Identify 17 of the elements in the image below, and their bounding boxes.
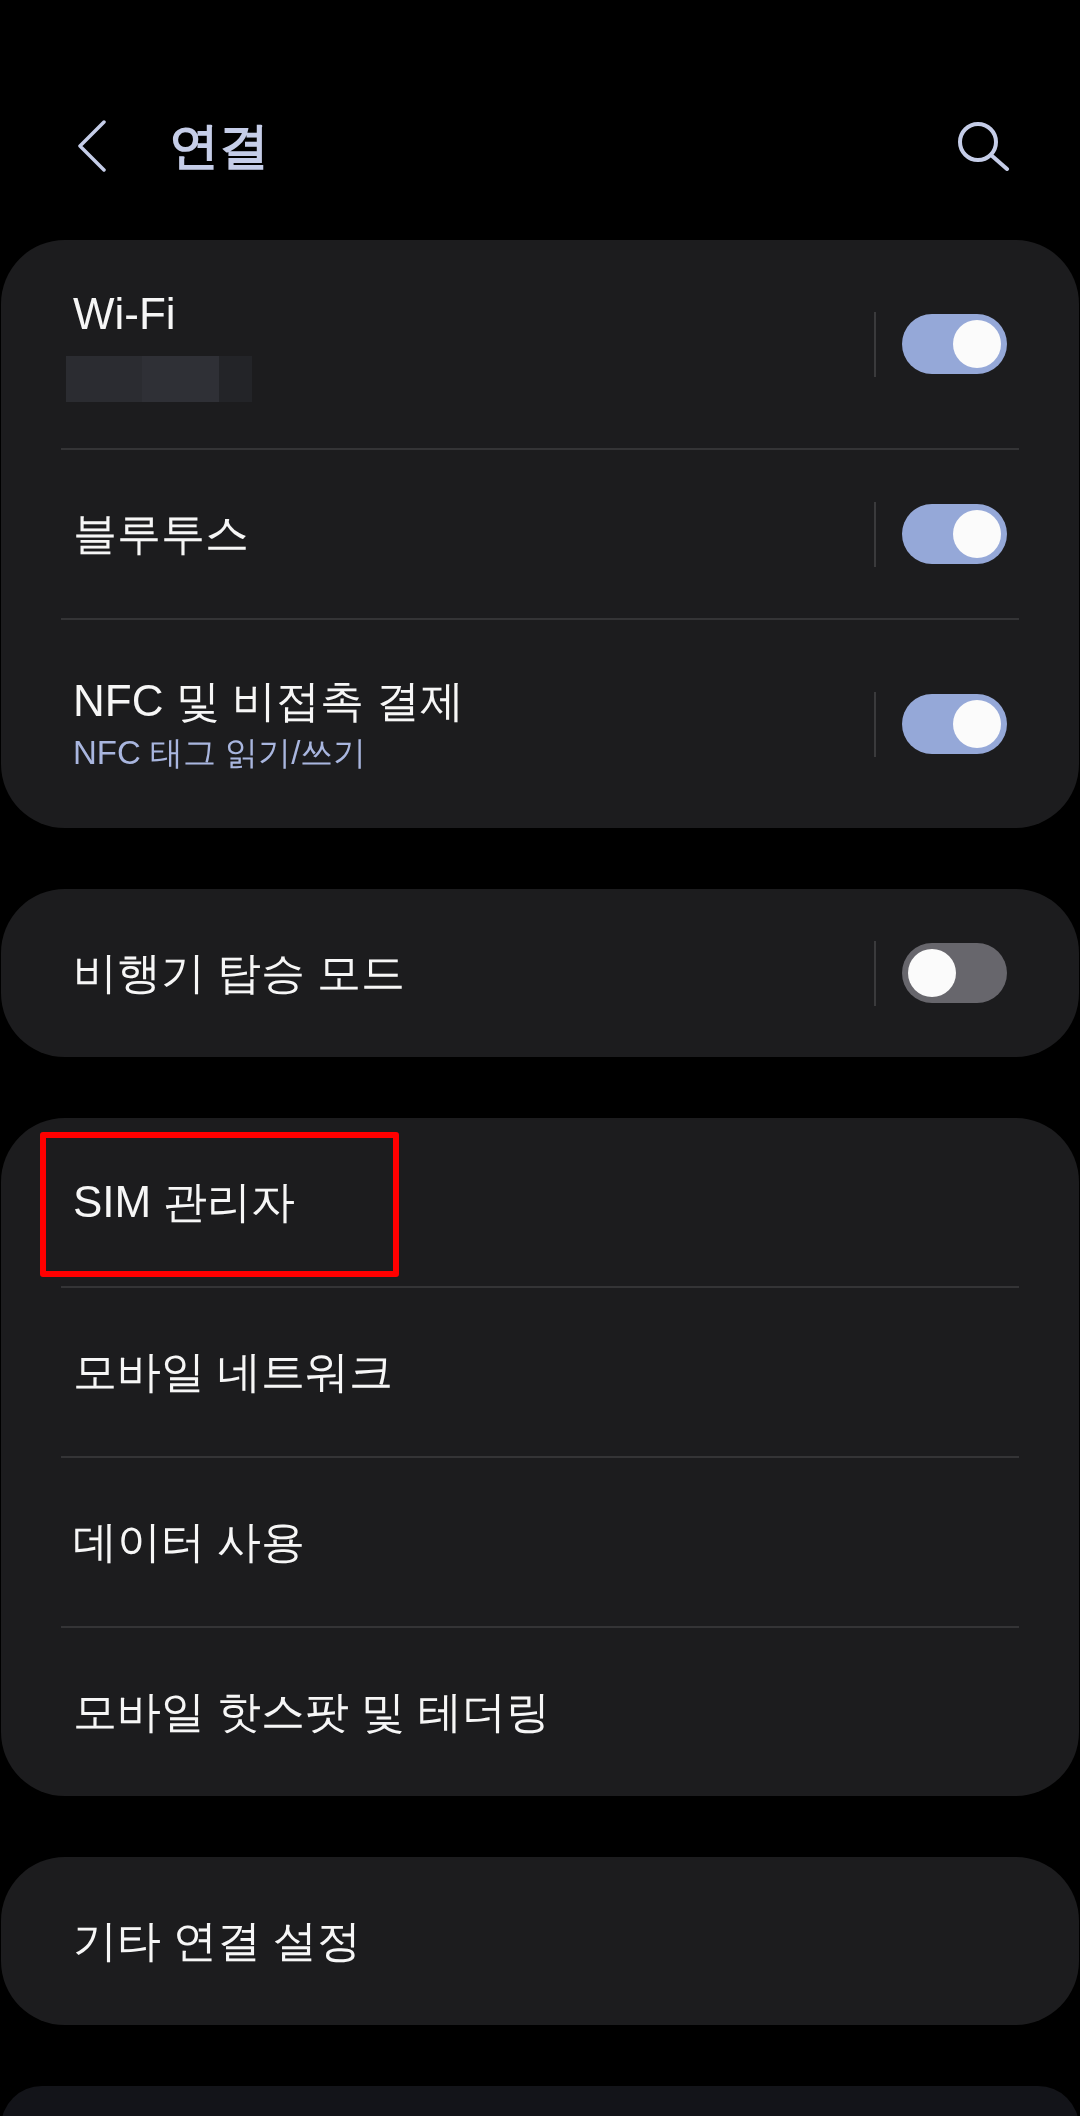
setting-label[interactable]: 데이터 사용 xyxy=(73,1514,306,1570)
back-icon[interactable] xyxy=(77,120,107,172)
setting-label[interactable]: 모바일 네트워크 xyxy=(73,1344,394,1400)
page-title: 연결 xyxy=(169,116,269,176)
toggle-switch[interactable] xyxy=(902,504,1007,564)
setting-label[interactable]: 비행기 탑승 모드 xyxy=(73,945,406,1001)
setting-label[interactable]: 블루투스 xyxy=(73,506,249,562)
setting-label[interactable]: 기타 연결 설정 xyxy=(73,1913,362,1969)
toggle-switch[interactable] xyxy=(902,314,1007,374)
setting-subtitle: NFC 태그 읽기/쓰기 xyxy=(73,733,367,773)
setting-label[interactable]: NFC 및 비접촉 결제 xyxy=(73,673,465,729)
setting-label[interactable]: SIM 관리자 xyxy=(73,1174,296,1230)
setting-label[interactable]: 모바일 핫스팟 및 테더링 xyxy=(73,1684,550,1740)
search-icon[interactable] xyxy=(957,121,1010,171)
toggle-switch[interactable] xyxy=(902,694,1007,754)
setting-label[interactable]: Wi-Fi xyxy=(73,286,176,342)
toggle-switch[interactable] xyxy=(902,943,1007,1003)
